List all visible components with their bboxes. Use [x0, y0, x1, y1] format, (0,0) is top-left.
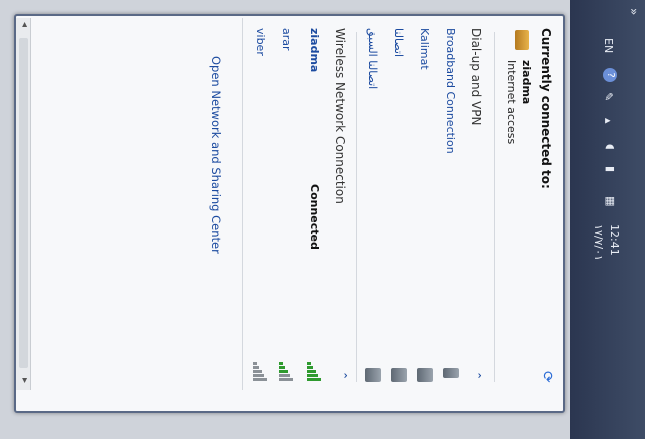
- scroll-right-icon[interactable]: ▸: [19, 378, 30, 383]
- divider: [494, 32, 495, 382]
- scrollbar-thumb[interactable]: [19, 38, 28, 368]
- show-hidden-icons-icon[interactable]: »: [627, 8, 641, 15]
- current-network-status: Internet access: [505, 60, 518, 145]
- chevron-up-icon[interactable]: ⌃: [470, 371, 483, 380]
- connection-icon: [365, 368, 381, 382]
- wifi-item-status: Connected: [308, 184, 321, 250]
- network-tray-icon[interactable]: ▮: [604, 166, 617, 172]
- dialup-item-label: اتصالنا السبق: [366, 28, 379, 90]
- network-icon: [515, 30, 529, 50]
- modem-icon: [443, 368, 459, 378]
- chevron-up-icon[interactable]: ⌃: [336, 371, 349, 380]
- dialup-item-label: اتصالنا: [392, 28, 405, 58]
- refresh-icon[interactable]: ⟳: [539, 371, 555, 383]
- signal-strength-icon: [279, 362, 293, 384]
- section-dialup: Dial-up and VPN: [469, 28, 483, 126]
- scroll-left-icon[interactable]: ◂: [19, 22, 30, 27]
- wifi-item-label: viber: [254, 28, 267, 56]
- dialup-item-label: Kalimat: [418, 28, 431, 70]
- open-network-sharing-center-link[interactable]: Open Network and Sharing Center: [209, 56, 223, 254]
- horizontal-scrollbar[interactable]: ◂ ▸: [16, 18, 31, 390]
- section-wireless: Wireless Network Connection: [333, 28, 347, 204]
- signal-strength-icon: [307, 362, 321, 384]
- language-indicator[interactable]: EN: [602, 38, 615, 53]
- current-network-name: ziadma: [520, 60, 533, 105]
- connection-icon: [391, 368, 407, 382]
- currently-connected-header: Currently connected to:: [539, 28, 553, 189]
- clock-date[interactable]: ١٧/٧/٠١: [592, 224, 605, 261]
- clock-time[interactable]: 12:41: [608, 224, 621, 256]
- dialup-item-label: Broadband Connection: [444, 28, 457, 154]
- taskbar: » EN ? ✎ ▴ ◖ ▮ ▦ 12:41 ١٧/٧/٠١: [570, 0, 645, 439]
- help-icon[interactable]: ?: [603, 68, 617, 82]
- tray-arrow-icon[interactable]: ▴: [602, 118, 615, 124]
- signal-strength-icon: [253, 362, 267, 384]
- wifi-item-label: arar: [280, 28, 293, 51]
- screen: » EN ? ✎ ▴ ◖ ▮ ▦ 12:41 ١٧/٧/٠١ Currently…: [0, 0, 645, 439]
- divider: [356, 32, 357, 382]
- connection-icon: [417, 368, 433, 382]
- divider: [242, 18, 243, 390]
- network-flyout: Currently connected to: ⟳ ziadma Interne…: [14, 14, 565, 413]
- pen-icon[interactable]: ✎: [602, 92, 615, 101]
- wifi-item-label: ziadma: [308, 28, 321, 73]
- action-center-icon[interactable]: ▦: [604, 196, 617, 206]
- volume-icon[interactable]: ◖: [604, 144, 617, 150]
